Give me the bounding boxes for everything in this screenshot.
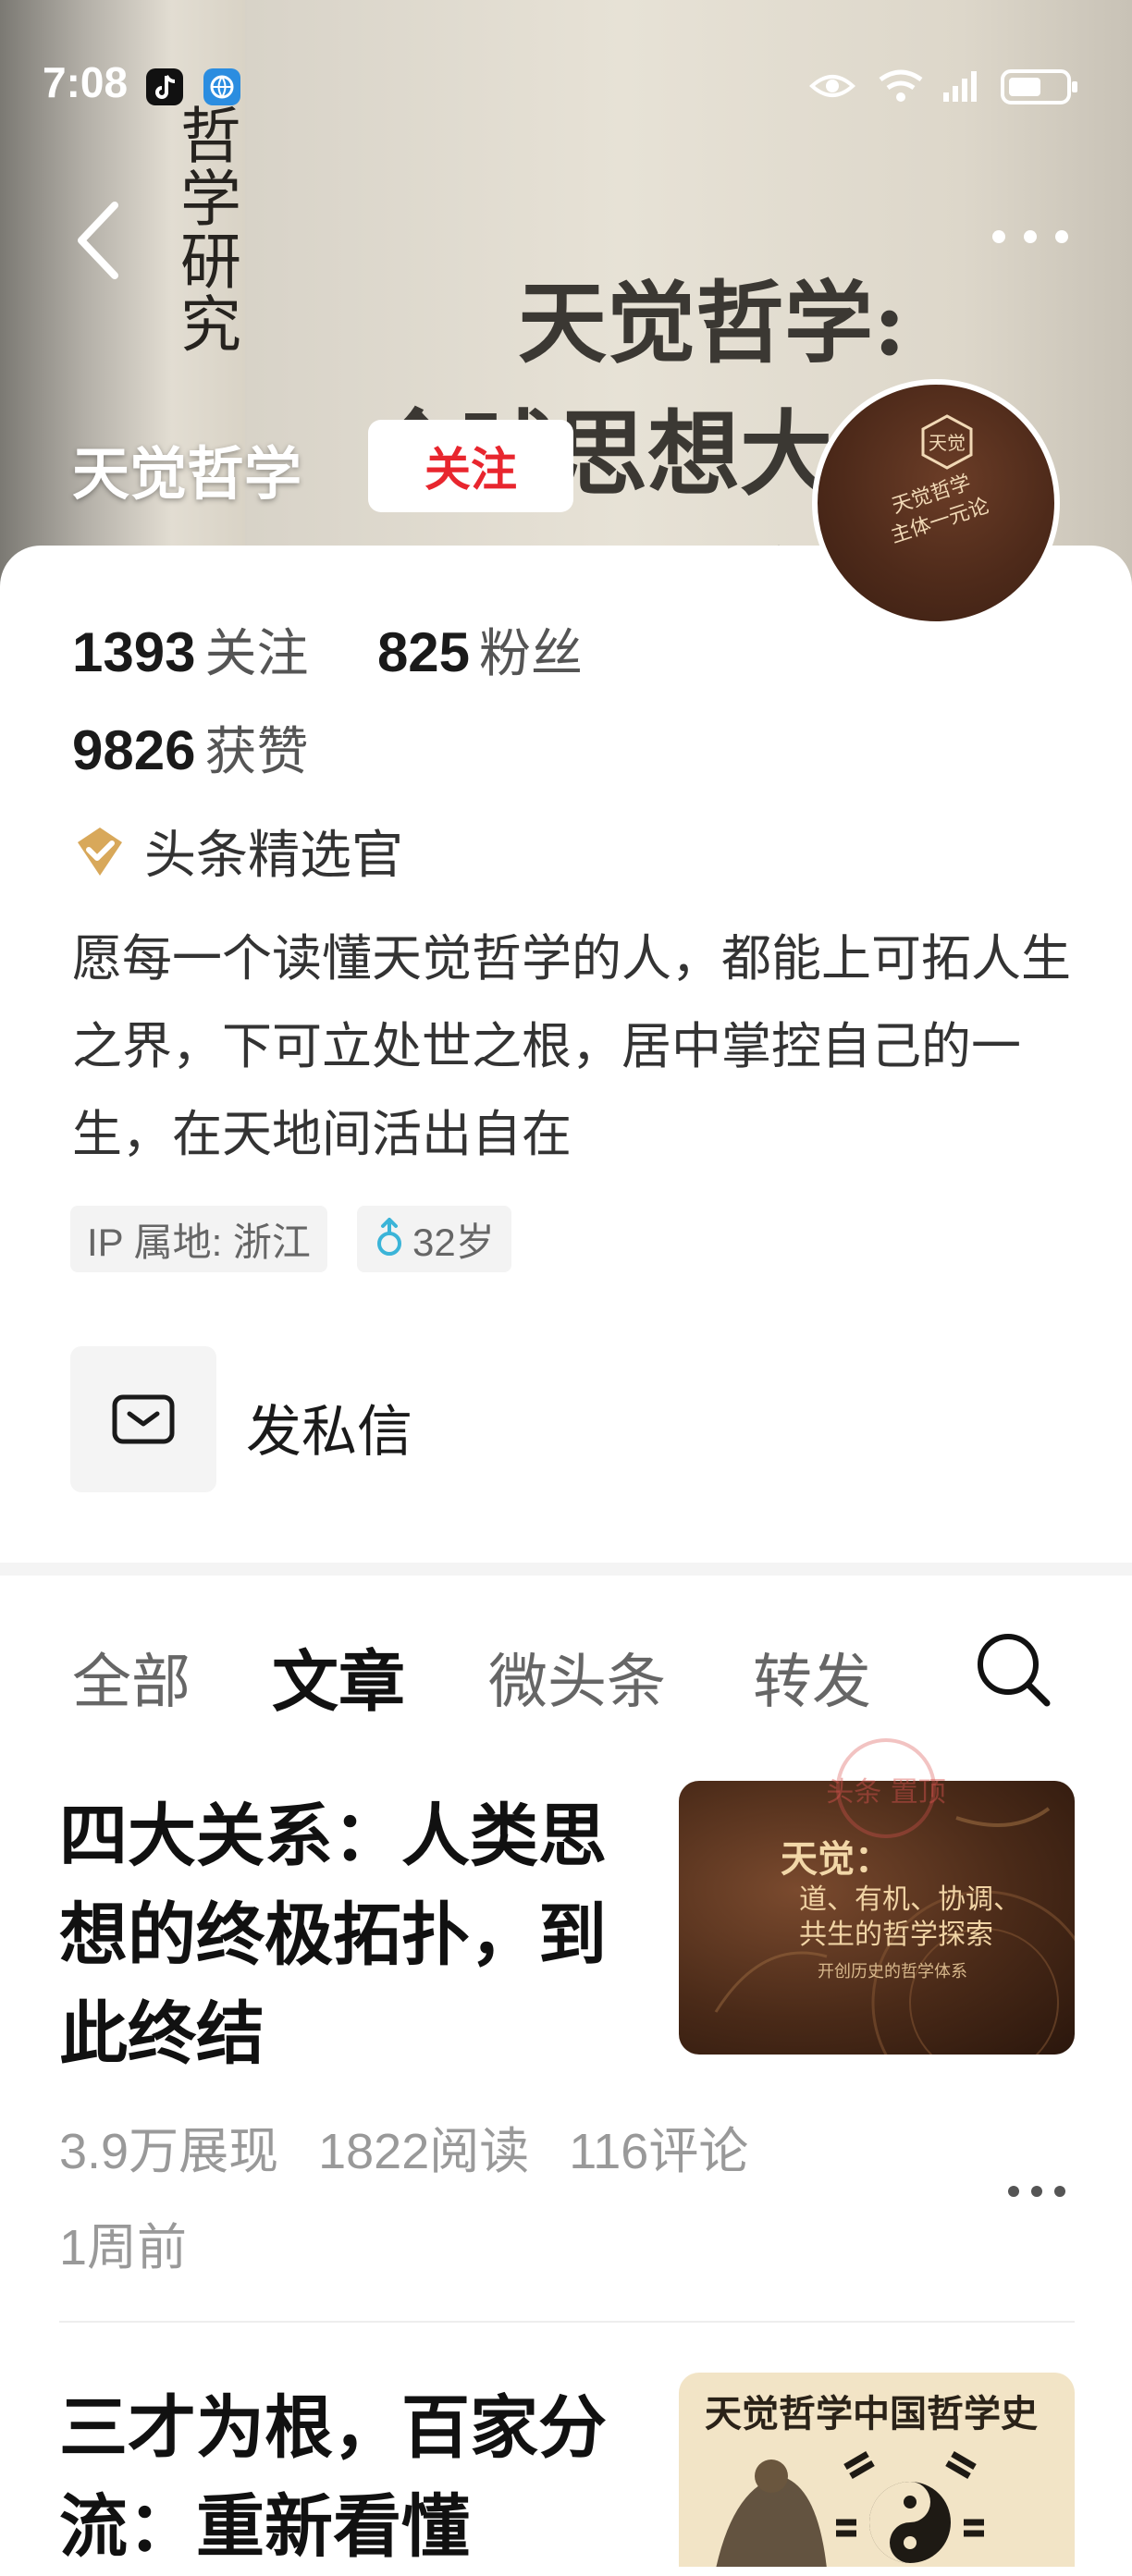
battery-icon [1001,69,1077,104]
likes-label: 获赞 [204,722,309,780]
badge-icon [78,827,122,876]
bagua-illustration-icon [716,2450,984,2567]
pinned-stamp-icon: 头条 置顶 [826,1738,946,1838]
follow-button[interactable]: 关注 [368,420,573,512]
brand-logo-icon: 天觉 [921,414,973,470]
article-views: 3.9万展现 [59,2124,279,2179]
followers-label: 粉丝 [479,624,584,682]
avatar[interactable]: 天觉 天觉哲学 主体一元论 [812,379,1060,627]
tab-reposts[interactable]: 转发 [753,1635,871,1720]
tiktok-icon [146,68,183,105]
article-thumbnail[interactable]: 天觉哲学中国哲学史 [679,2373,1075,2567]
tab-micro-posts[interactable]: 微头条 [488,1635,666,1720]
followers-stat[interactable]: 825 粉丝 [377,621,583,683]
search-icon [978,1634,1051,1707]
age-label: 32岁 [412,1220,495,1264]
article-stats: 3.9万展现 1822阅读 116评论 [59,2110,748,2183]
svg-text:头条 置顶: 头条 置顶 [826,1776,946,1809]
book-title-line1: 天觉哲学: [518,271,906,375]
chevron-left-icon [78,202,118,279]
tab-articles[interactable]: 文章 [272,1627,405,1724]
followers-count: 825 [376,621,471,683]
eye-icon [809,75,855,97]
article-title[interactable]: 四大关系：人类思想的终极拓扑，到此终结 [59,1786,614,2083]
badge-label: 头条精选官 [144,826,403,884]
article-divider [59,2321,1075,2323]
thumbnail-subtitle-line2: 共生的哲学探索 [799,1919,993,1951]
male-gender-icon [377,1218,401,1256]
following-count: 1393 [72,621,196,683]
stats-row-top: 1393 关注 825 粉丝 [72,612,583,687]
following-label: 关注 [204,624,309,682]
article-more-button[interactable] [1004,2182,1069,2201]
profile-bio: 愿每一个读懂天觉哲学的人，都能上可拓人生之界，下可立处世之根，居中掌控自己的一生… [72,931,1071,1162]
verified-badge-row[interactable]: 头条精选官 [70,814,403,889]
message-button[interactable] [70,1346,216,1492]
tab-all[interactable]: 全部 [72,1635,191,1720]
status-indicators [809,69,1077,104]
thumbnail-caption: 开创历史的哲学体系 [818,1962,967,1981]
article-title[interactable]: 三才为根，百家分流：重新看懂 [59,2378,614,2576]
browser-icon [203,68,240,105]
wifi-icon [879,69,923,102]
status-bar: 7:08 [0,0,1132,106]
status-time: 7:08 [43,58,129,106]
thumbnail-subtitle-line1: 道、有机、协调、 [799,1883,1021,1916]
back-button[interactable] [67,194,131,287]
ip-location-tag: IP 属地: 浙江 [70,1206,327,1272]
more-horizontal-icon [992,230,1068,243]
age-tag: 32岁 [357,1206,511,1272]
thumbnail-subtitle: 道、有机、协调、 共生的哲学探索 [799,1883,1021,1953]
more-horizontal-icon [1008,2186,1065,2197]
svg-text:天觉: 天觉 [929,432,966,454]
article-time: 1周前 [59,2220,188,2275]
message-label[interactable]: 发私信 [246,1387,412,1467]
signal-icon [943,71,977,102]
following-stat[interactable]: 1393 关注 [72,621,313,683]
search-button[interactable] [973,1629,1052,1709]
article-comments: 116评论 [569,2124,749,2179]
likes-count: 9826 [72,719,196,781]
profile-name: 天觉哲学 [72,443,302,507]
section-divider [0,1563,1132,1576]
article-reads: 1822阅读 [318,2124,530,2179]
likes-stat[interactable]: 9826 获赞 [72,710,308,785]
mail-icon [112,1394,175,1444]
book-spine-text: 哲学研究 [170,104,241,355]
more-options-button[interactable] [984,218,1077,255]
